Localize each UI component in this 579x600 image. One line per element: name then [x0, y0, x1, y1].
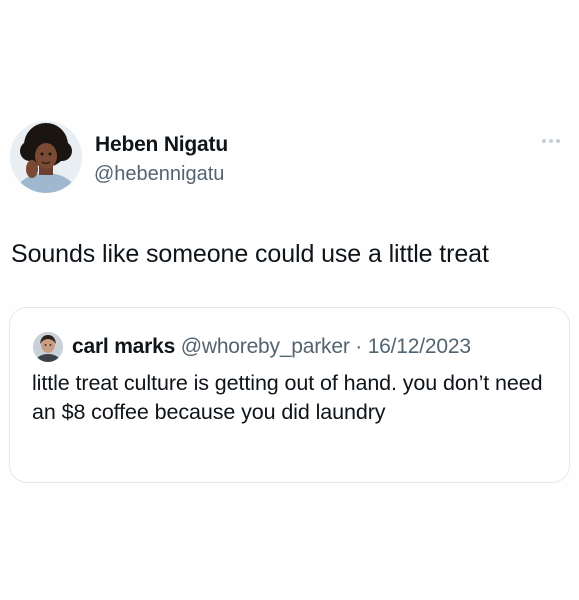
quoted-author-avatar[interactable]	[33, 332, 63, 362]
author-name[interactable]: Heben Nigatu	[95, 133, 228, 157]
quoted-tweet-text: little treat culture is getting out of h…	[32, 371, 543, 424]
more-dot	[556, 139, 560, 143]
quoted-tweet-card[interactable]: carl marks @whoreby_parker · 16/12/2023 …	[9, 307, 570, 483]
quoted-author-avatar-image	[33, 332, 63, 362]
author-avatar-image	[10, 121, 82, 193]
more-options-icon[interactable]	[536, 131, 566, 151]
tweet-header: Heben Nigatu @hebennigatu	[10, 121, 569, 197]
quoted-author-name[interactable]: carl marks	[72, 335, 175, 358]
more-dot	[542, 139, 546, 143]
tweet-page: Heben Nigatu @hebennigatu Sounds like so…	[0, 0, 579, 600]
author-avatar[interactable]	[10, 121, 82, 193]
more-dot	[549, 139, 553, 143]
quoted-tweet-meta: carl marks @whoreby_parker · 16/12/2023	[72, 334, 471, 360]
author-handle[interactable]: @hebennigatu	[94, 163, 224, 186]
quoted-tweet-date[interactable]: 16/12/2023	[368, 335, 471, 358]
tweet-text: Sounds like someone could use a little t…	[11, 240, 489, 268]
meta-separator: ·	[349, 335, 368, 358]
quoted-author-handle[interactable]: @whoreby_parker	[181, 335, 350, 358]
